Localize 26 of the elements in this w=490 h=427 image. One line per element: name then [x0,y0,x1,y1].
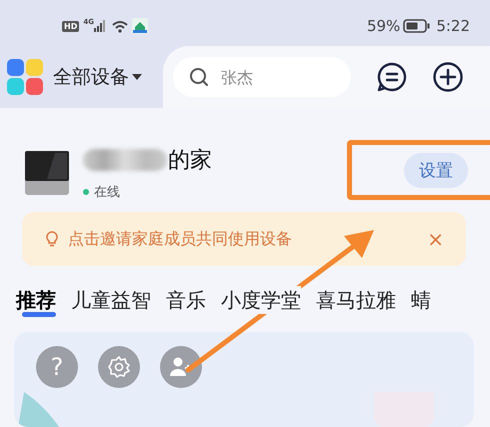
settings-button[interactable] [98,346,140,388]
smart-display-icon [25,151,69,195]
battery-percent: 59% [366,17,400,35]
message-button[interactable] [377,62,407,92]
chat-icon [377,62,407,92]
category-tab[interactable]: 小度学堂 [221,286,301,314]
search-field[interactable]: 张杰 [173,57,351,97]
app-logo-icon [7,59,43,95]
app-icon [132,18,148,34]
gear-icon [107,355,131,379]
battery-icon [403,19,430,33]
plus-icon [433,62,463,92]
home-name: 的家 [168,147,212,175]
search-input[interactable]: 张杰 [219,66,343,88]
caret-icon [132,74,142,80]
search-icon [189,67,209,87]
hd-badge: HD [62,20,80,32]
add-member-button[interactable] [160,346,202,388]
online-status: 在线 [94,184,120,201]
clock-time: 5:22 [436,17,470,35]
lightbulb-icon [46,231,58,247]
settings-button[interactable]: 设置 [404,152,468,188]
signal-icon [94,20,106,32]
device-dropdown[interactable]: 全部设备 [53,64,142,90]
add-button[interactable] [433,62,463,92]
wifi-icon [112,20,128,32]
